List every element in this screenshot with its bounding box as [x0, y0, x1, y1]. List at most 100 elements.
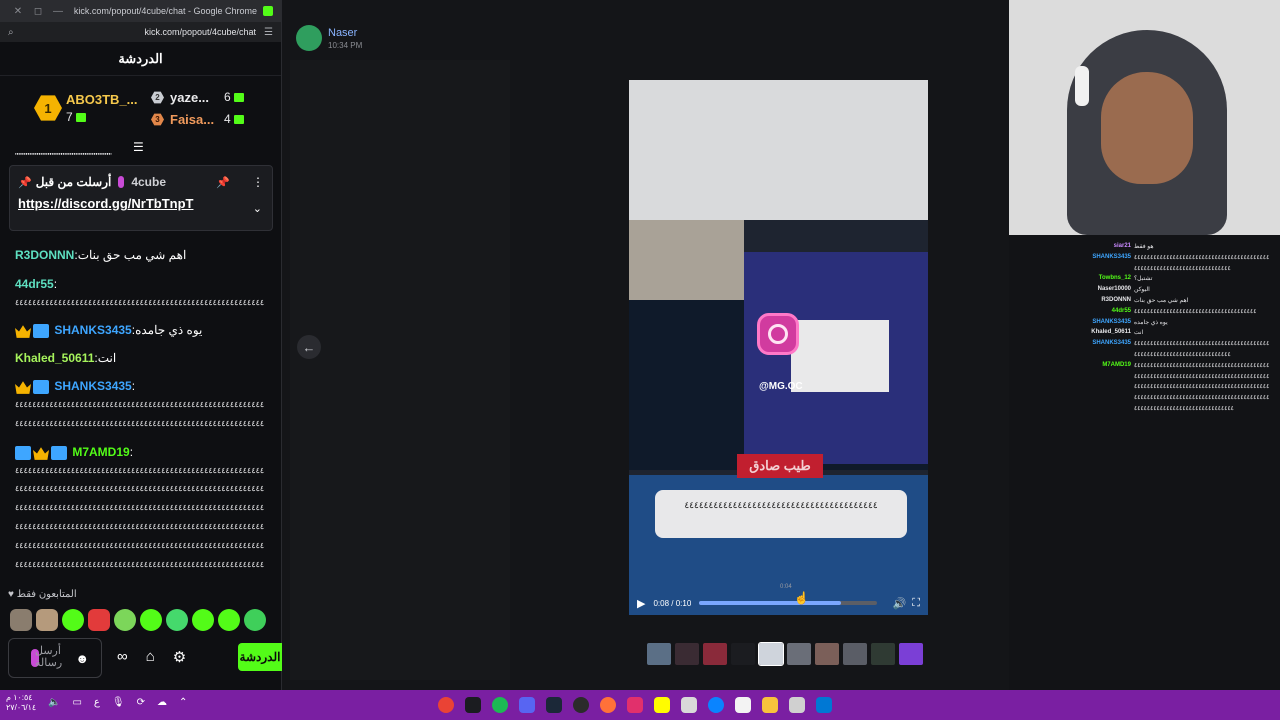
gift-shop-icon[interactable]: ⌂ — [146, 648, 155, 666]
chat-text-filler: ٤٤٤٤٤٤٤٤٤٤٤٤٤٤٤٤٤٤٤٤٤٤٤٤٤٤٤٤٤٤٤٤٤٤٤٤٤٤٤٤… — [15, 522, 265, 531]
video-player[interactable]: @MG.OC طيب صادق ٤٤٤٤٤٤٤٤٤٤٤٤٤٤٤٤٤٤٤٤٤٤٤٤… — [629, 80, 928, 615]
chat-username[interactable]: R3DONNN — [15, 248, 74, 262]
pinned-author[interactable]: 4cube — [131, 175, 166, 189]
kick-extension-icon[interactable] — [263, 6, 273, 16]
maximize-window-icon[interactable]: ◻ — [28, 6, 48, 17]
windows-start-icon[interactable] — [816, 697, 832, 713]
thumbnail[interactable] — [787, 643, 811, 665]
thumbnail[interactable] — [675, 643, 699, 665]
display-tray-icon[interactable]: ▭ — [72, 697, 81, 708]
calendar-app-icon[interactable] — [735, 697, 751, 713]
instagram-app-icon[interactable] — [627, 697, 643, 713]
file-explorer-icon[interactable] — [762, 697, 778, 713]
mic-tray-icon[interactable]: 🎙 — [112, 697, 125, 708]
chat-actions: ∞ ⌂ ⚙ — [117, 648, 186, 666]
webcam-feed — [1009, 0, 1280, 235]
emote-icon[interactable] — [114, 609, 136, 631]
avatar[interactable] — [296, 25, 322, 51]
more-options-icon[interactable]: ⋮ — [252, 175, 264, 189]
chat-message-input[interactable]: أرسل رسالة ☻ — [8, 638, 102, 678]
fullscreen-icon[interactable]: ⛶ — [912, 597, 920, 610]
clock-date: ٢٧/٠٦/١٤ — [6, 703, 37, 712]
close-window-icon[interactable]: ✕ — [8, 6, 28, 17]
minimize-window-icon[interactable]: — — [48, 6, 68, 17]
emote-icon[interactable] — [36, 609, 58, 631]
address-bar[interactable]: ⌕ kick.com/popout/4cube/chat ☰ — [0, 22, 281, 42]
sync-tray-icon[interactable]: ⟳ — [137, 697, 145, 708]
cloud-tray-icon[interactable]: ☁ — [157, 697, 167, 708]
thumbnail[interactable] — [815, 643, 839, 665]
thumbnail[interactable] — [899, 643, 923, 665]
volume-icon[interactable]: 🔊 — [893, 597, 907, 610]
emote-icon[interactable] — [166, 609, 188, 631]
steam-app-icon[interactable] — [546, 697, 562, 713]
chevron-down-icon[interactable]: ⌄ — [253, 202, 262, 215]
firefox-app-icon[interactable] — [600, 697, 616, 713]
emote-icon[interactable] — [140, 609, 162, 631]
overlay-chat-line: ٤٤٤٤٤٤٤٤٤٤٤٤٤٤٤٤٤٤٤٤٤٤٤٤٤٤٤٤٤٤٤٤٤٤٤٤٤٤٤٤… — [1082, 373, 1278, 380]
spotify-app-icon[interactable] — [492, 697, 508, 713]
edge-app-icon[interactable] — [708, 697, 724, 713]
site-settings-icon[interactable]: ☰ — [264, 27, 273, 38]
chat-message: SHANKS3435:يوه ذي جامده — [15, 323, 202, 338]
thumbnail-selected[interactable] — [758, 642, 784, 666]
emote-menu-icon[interactable]: ∞ — [117, 648, 128, 666]
discord-app-icon[interactable] — [519, 697, 535, 713]
emote-icon[interactable] — [10, 609, 32, 631]
emote-icon[interactable] — [62, 609, 84, 631]
followers-only-label: ♥ المتابعون فقط — [8, 589, 77, 600]
overlay-chat-text: ٤٤٤٤٤٤٤٤٤٤٤٤٤٤٤٤٤٤٤٤٤٤٤٤٤٤٤٤٤٤٤٤٤٤٤٤٤٤ — [1134, 308, 1257, 315]
send-chat-button[interactable]: الدردشة — [238, 643, 282, 671]
overlay-chat-text: اهم شي مب حق بنات — [1134, 298, 1189, 304]
emoji-picker-icon[interactable]: ☻ — [75, 651, 89, 666]
settings-icon[interactable]: ⚙ — [173, 648, 186, 666]
chat-text: : — [129, 445, 134, 459]
message-author[interactable]: Naser — [328, 27, 357, 39]
thumbnail[interactable] — [703, 643, 727, 665]
chat-text-filler: ٤٤٤٤٤٤٤٤٤٤٤٤٤٤٤٤٤٤٤٤٤٤٤٤٤٤٤٤٤٤٤٤٤٤٤٤٤٤٤٤… — [15, 419, 265, 428]
chat-message: SHANKS3435: — [15, 379, 135, 394]
video-seek-bar[interactable] — [699, 601, 877, 605]
play-icon[interactable]: ▶ — [637, 597, 645, 610]
chrome-app-icon[interactable] — [438, 697, 454, 713]
leaderboard-count-1: 7 — [66, 110, 86, 124]
video-frame-top — [629, 80, 928, 220]
emote-icon[interactable] — [244, 609, 266, 631]
taskbar-clock[interactable]: ١٠:٥٤ م ٢٧/٠٦/١٤ — [6, 693, 36, 713]
chat-username[interactable]: SHANKS3435 — [54, 379, 131, 393]
chat-username[interactable]: SHANKS3435 — [54, 323, 131, 337]
chat-username[interactable]: 44dr55 — [15, 277, 54, 291]
back-arrow-icon[interactable]: ← — [297, 335, 321, 359]
window-app-icon[interactable] — [789, 697, 805, 713]
controller-app-icon[interactable] — [681, 697, 697, 713]
chat-username[interactable]: M7AMD19 — [72, 445, 129, 459]
chat-username[interactable]: Khaled_50611 — [15, 351, 94, 365]
unpin-icon[interactable]: 📌 — [216, 176, 230, 189]
thumbnail[interactable] — [647, 643, 671, 665]
language-tray-icon[interactable]: ع — [94, 697, 100, 708]
thumbnail[interactable] — [843, 643, 867, 665]
emote-icon[interactable] — [218, 609, 240, 631]
overlay-chat-username: Khaled_50611 — [1091, 329, 1131, 336]
leaderboard-count-1-value: 7 — [66, 110, 73, 124]
snapchat-app-icon[interactable] — [654, 697, 670, 713]
thumbnail[interactable] — [871, 643, 895, 665]
followers-only-text: المتابعون فقط — [16, 589, 77, 600]
overlay-chat-username: Towbns_12 — [1098, 275, 1131, 282]
leaderboard-name-1[interactable]: ABO3TB_... — [66, 92, 138, 107]
overlay-chat-text: ٤٤٤٤٤٤٤٤٤٤٤٤٤٤٤٤٤٤٤٤٤٤٤٤٤٤٤٤٤٤٤٤٤٤٤٤٤٤٤٤… — [1134, 254, 1270, 261]
emote-icon[interactable] — [88, 609, 110, 631]
chevron-up-icon[interactable]: ⌃ — [179, 697, 187, 708]
terminal-app-icon[interactable] — [465, 697, 481, 713]
obs-app-icon[interactable] — [573, 697, 589, 713]
pinned-link[interactable]: https://discord.gg/NrTbTnpT — [18, 196, 193, 211]
leaderboard-count-2: 6 — [224, 90, 244, 104]
pinned-message[interactable]: 📌 أرسلت من قبل 4cube 📌 ⋮ https://discord… — [9, 165, 273, 231]
volume-tray-icon[interactable]: 🔈 — [48, 697, 60, 708]
overlay-chat-username: 44dr55 — [1111, 307, 1131, 314]
leaderboard-name-3[interactable]: Faisa... — [170, 112, 214, 127]
overlay-chat-line: siar21 هو فقط — [1082, 243, 1278, 250]
emote-icon[interactable] — [192, 609, 214, 631]
leaderboard-name-2[interactable]: yaze... — [170, 90, 209, 105]
thumbnail[interactable] — [731, 643, 755, 665]
